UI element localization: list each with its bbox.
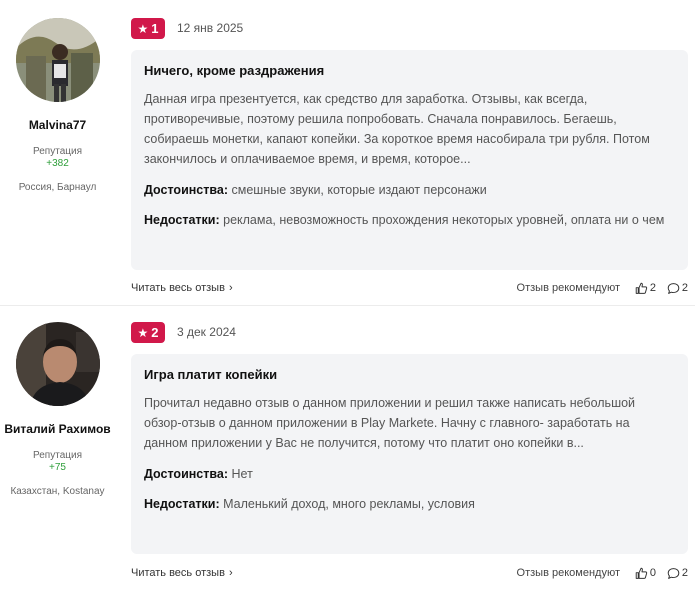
thumbs-up-icon bbox=[635, 567, 648, 580]
author-location: Россия, Барнаул bbox=[18, 182, 97, 193]
review-card: Malvina77 Репутация +382 Россия, Барнаул… bbox=[0, 0, 695, 305]
cons-label: Недостатки: bbox=[144, 497, 220, 511]
review-pros: Достоинства: Нет bbox=[144, 464, 675, 484]
read-full-review-link[interactable]: Читать весь отзыв › bbox=[131, 279, 233, 297]
pros-label: Достоинства: bbox=[144, 183, 229, 197]
review-pros: Достоинства: смешные звуки, которые изда… bbox=[144, 180, 675, 200]
rating-value: 2 bbox=[151, 325, 159, 340]
thumbs-up-icon bbox=[635, 282, 648, 295]
review-footer: Читать весь отзыв › Отзыв рекомендуют 0 2 bbox=[131, 564, 688, 582]
star-icon: ★ bbox=[137, 325, 149, 340]
like-button[interactable]: 2 bbox=[635, 279, 656, 297]
review-body: Ничего, кроме раздражения Данная игра пр… bbox=[131, 50, 688, 270]
review-author: Malvina77 Репутация +382 Россия, Барнаул bbox=[0, 18, 115, 194]
cons-text: реклама, невозможность прохождения некот… bbox=[223, 213, 665, 227]
likes-count: 0 bbox=[649, 567, 656, 579]
reputation-label: Репутация bbox=[33, 146, 82, 157]
review-cons: Недостатки: реклама, невозможность прохо… bbox=[144, 210, 675, 230]
review-title: Игра платит копейки bbox=[144, 367, 278, 382]
review-text: Прочитал недавно отзыв о данном приложен… bbox=[144, 396, 636, 450]
likes-count: 2 bbox=[649, 282, 656, 294]
avatar[interactable] bbox=[15, 322, 100, 406]
rating-badge: ★ 1 bbox=[131, 18, 165, 39]
cons-text: Маленький доход, много рекламы, условия bbox=[223, 497, 475, 511]
review-body: Игра платит копейки Прочитал недавно отз… bbox=[131, 354, 688, 554]
pros-text: смешные звуки, которые издают персонажи bbox=[231, 183, 487, 197]
review-date: 3 дек 2024 bbox=[177, 325, 236, 339]
author-location: Казахстан, Kostanay bbox=[10, 486, 105, 497]
read-more-label: Читать весь отзыв bbox=[131, 282, 225, 294]
read-full-review-link[interactable]: Читать весь отзыв › bbox=[131, 564, 233, 582]
comments-count: 2 bbox=[681, 567, 688, 579]
comment-icon bbox=[667, 282, 680, 295]
chevron-right-icon: › bbox=[228, 567, 233, 579]
recommend-label: Отзыв рекомендуют bbox=[516, 567, 620, 579]
avatar[interactable] bbox=[15, 18, 100, 102]
reputation-value: +382 bbox=[46, 158, 69, 169]
comments-button[interactable]: 2 bbox=[667, 279, 688, 297]
review-date: 12 янв 2025 bbox=[177, 21, 244, 35]
review-footer: Читать весь отзыв › Отзыв рекомендуют 2 2 bbox=[131, 279, 688, 297]
pros-label: Достоинства: bbox=[144, 467, 229, 481]
author-name[interactable]: Виталий Рахимов bbox=[0, 422, 115, 437]
like-button[interactable]: 0 bbox=[635, 564, 656, 582]
review-card: Виталий Рахимов Репутация +75 Казахстан,… bbox=[0, 306, 695, 595]
reputation-value: +75 bbox=[49, 462, 66, 473]
rating-badge: ★ 2 bbox=[131, 322, 165, 343]
review-text: Данная игра презентуется, как средство д… bbox=[144, 92, 650, 166]
read-more-label: Читать весь отзыв bbox=[131, 567, 225, 579]
comments-count: 2 bbox=[681, 282, 688, 294]
recommend-label: Отзыв рекомендуют bbox=[516, 282, 620, 294]
comments-button[interactable]: 2 bbox=[667, 564, 688, 582]
author-name[interactable]: Malvina77 bbox=[0, 118, 115, 133]
pros-text: Нет bbox=[231, 467, 253, 481]
rating-value: 1 bbox=[151, 21, 159, 36]
review-author: Виталий Рахимов Репутация +75 Казахстан,… bbox=[0, 322, 115, 498]
review-title: Ничего, кроме раздражения bbox=[144, 63, 325, 78]
reputation-label: Репутация bbox=[33, 450, 82, 461]
review-cons: Недостатки: Маленький доход, много рекла… bbox=[144, 494, 675, 514]
cons-label: Недостатки: bbox=[144, 213, 220, 227]
comment-icon bbox=[667, 567, 680, 580]
star-icon: ★ bbox=[137, 21, 149, 36]
chevron-right-icon: › bbox=[228, 282, 233, 294]
